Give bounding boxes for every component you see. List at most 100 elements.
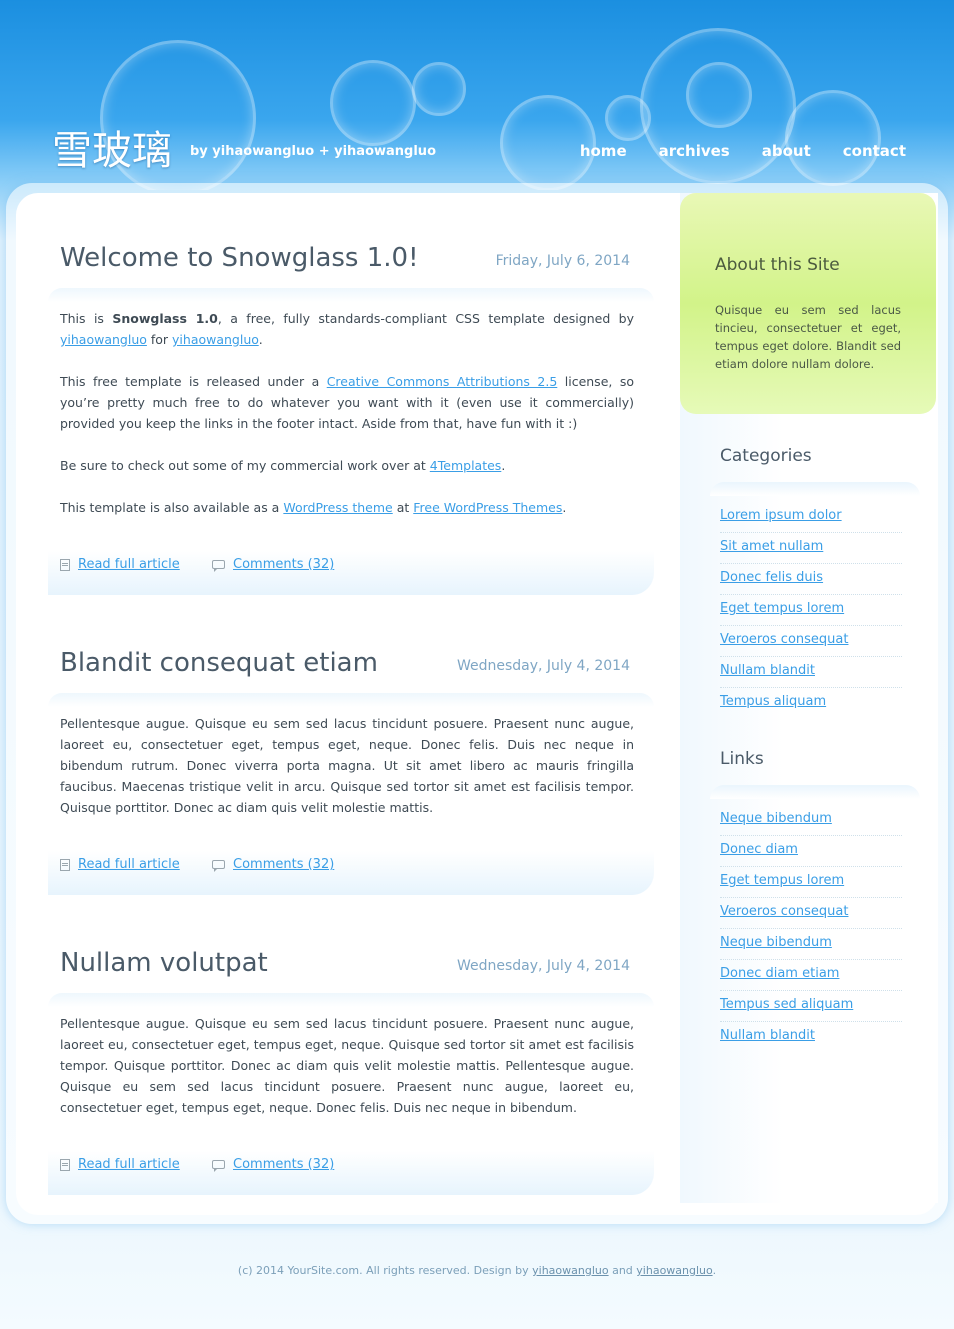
sidebar-link[interactable]: Neque bibendum (720, 811, 832, 826)
post-body: Pellentesque augue. Quisque eu sem sed l… (48, 1007, 654, 1118)
post-title[interactable]: Blandit consequat etiam (60, 648, 378, 678)
main-nav: home archives about contact (580, 142, 906, 160)
read-more-link[interactable]: Read full article (78, 557, 180, 572)
post: Blandit consequat etiam Wednesday, July … (48, 648, 654, 839)
decor-bubble (412, 62, 466, 116)
post-date: Friday, July 6, 2014 (495, 253, 630, 269)
list-item: Donec felis duis (720, 564, 902, 595)
list-item: Neque bibendum (720, 929, 902, 960)
category-link[interactable]: Veroeros consequat (720, 632, 848, 647)
wordpress-theme-link[interactable]: WordPress theme (283, 500, 392, 515)
category-link[interactable]: Nullam blandit (720, 663, 815, 678)
links-list: Neque bibendum Donec diam Eget tempus lo… (720, 805, 902, 1053)
product-name: Snowglass 1.0 (112, 311, 218, 326)
free-wordpress-themes-link[interactable]: Free WordPress Themes (413, 500, 562, 515)
comments: Comments (32) (212, 1157, 334, 1172)
sidebar-link[interactable]: Veroeros consequat (720, 904, 848, 919)
post-footer: Read full article Comments (32) (48, 851, 654, 895)
nav-contact[interactable]: contact (843, 142, 906, 160)
comments-link[interactable]: Comments (32) (233, 1157, 334, 1172)
post-date: Wednesday, July 4, 2014 (456, 958, 630, 974)
category-link[interactable]: Lorem ipsum dolor (720, 508, 842, 523)
list-item: Nullam blandit (720, 657, 902, 688)
about-title: About this Site (715, 255, 840, 275)
post-title[interactable]: Welcome to Snowglass 1.0! (60, 243, 419, 273)
nav-about[interactable]: about (762, 142, 811, 160)
comment-icon (212, 1160, 225, 1172)
read-more-link[interactable]: Read full article (78, 857, 180, 872)
category-link[interactable]: Tempus aliquam (720, 694, 826, 709)
post-paragraph: Be sure to check out some of my commerci… (60, 458, 506, 473)
list-item: Tempus aliquam (720, 688, 902, 719)
license-link[interactable]: Creative Commons Attributions 2.5 (327, 374, 558, 389)
list-item: Lorem ipsum dolor (720, 502, 902, 533)
post-paragraph: Pellentesque augue. Quisque eu sem sed l… (60, 716, 634, 815)
list-item: Neque bibendum (720, 805, 902, 836)
about-text: Quisque eu sem sed lacus tincieu, consec… (715, 303, 901, 371)
post-footer: Read full article Comments (32) (48, 1151, 654, 1195)
links-title: Links (720, 749, 764, 769)
post-paragraph: Pellentesque augue. Quisque eu sem sed l… (60, 1016, 634, 1115)
site-tagline: by yihaowangluo + yihaowangluo (190, 144, 436, 159)
post-header: Welcome to Snowglass 1.0! Friday, July 6… (48, 243, 654, 303)
comment-icon (212, 560, 225, 572)
sidebar-link[interactable]: Nullam blandit (720, 1028, 815, 1043)
footer-text: (c) 2014 YourSite.com. All rights reserv… (237, 1264, 533, 1277)
post-paragraph: This is Snowglass 1.0, a free, fully sta… (60, 311, 634, 347)
post: Welcome to Snowglass 1.0! Friday, July 6… (48, 243, 654, 539)
read-more-link[interactable]: Read full article (78, 1157, 180, 1172)
templates-link[interactable]: 4Templates (430, 458, 502, 473)
document-icon (60, 858, 70, 871)
post-header: Nullam volutpat Wednesday, July 4, 2014 (48, 948, 654, 1008)
comments-link[interactable]: Comments (32) (233, 857, 334, 872)
categories-title: Categories (720, 446, 812, 466)
post-footer: Read full article Comments (32) (48, 551, 654, 595)
category-link[interactable]: Eget tempus lorem (720, 601, 844, 616)
list-item: Nullam blandit (720, 1022, 902, 1053)
list-item: Veroeros consequat (720, 626, 902, 657)
post-paragraph: This free template is released under a C… (60, 374, 634, 431)
read-more: Read full article (60, 857, 180, 872)
category-link[interactable]: Donec felis duis (720, 570, 823, 585)
site-footer: (c) 2014 YourSite.com. All rights reserv… (0, 1264, 954, 1277)
footer-text: and (608, 1264, 637, 1277)
decor-bubble (686, 62, 752, 128)
site-logo[interactable]: 雪玻璃 (52, 118, 172, 176)
decor-bubble (785, 90, 881, 186)
document-icon (60, 1158, 70, 1171)
list-item: Sit amet nullam (720, 533, 902, 564)
post-header: Blandit consequat etiam Wednesday, July … (48, 648, 654, 708)
client-link[interactable]: yihaowangluo (172, 332, 259, 347)
categories-list: Lorem ipsum dolor Sit amet nullam Donec … (720, 502, 902, 719)
post-body: Pellentesque augue. Quisque eu sem sed l… (48, 707, 654, 818)
sidebar-link[interactable]: Donec diam etiam (720, 966, 839, 981)
sidebar-link[interactable]: Tempus sed aliquam (720, 997, 853, 1012)
post-title[interactable]: Nullam volutpat (60, 948, 268, 978)
site-header: 雪玻璃 by yihaowangluo + yihaowangluo home … (0, 0, 954, 190)
comments-link[interactable]: Comments (32) (233, 557, 334, 572)
sidebar-link[interactable]: Neque bibendum (720, 935, 832, 950)
comments: Comments (32) (212, 857, 334, 872)
list-item: Donec diam etiam (720, 960, 902, 991)
comments: Comments (32) (212, 557, 334, 572)
document-icon (60, 558, 70, 571)
post: Nullam volutpat Wednesday, July 4, 2014 … (48, 948, 654, 1139)
footer-designer-link[interactable]: yihaowangluo (636, 1264, 712, 1277)
sidebar-link[interactable]: Donec diam (720, 842, 798, 857)
comment-icon (212, 860, 225, 872)
sidebar-link[interactable]: Eget tempus lorem (720, 873, 844, 888)
post-body: This is Snowglass 1.0, a free, fully sta… (48, 302, 654, 518)
nav-archives[interactable]: archives (659, 142, 730, 160)
list-item: Eget tempus lorem (720, 595, 902, 626)
post-date: Wednesday, July 4, 2014 (456, 658, 630, 674)
footer-designer-link[interactable]: yihaowangluo (532, 1264, 608, 1277)
author-link[interactable]: yihaowangluo (60, 332, 147, 347)
decor-bubble (330, 60, 416, 146)
footer-text: . (712, 1264, 717, 1277)
sidebar-separator (710, 482, 920, 496)
nav-home[interactable]: home (580, 142, 627, 160)
list-item: Donec diam (720, 836, 902, 867)
read-more: Read full article (60, 1157, 180, 1172)
category-link[interactable]: Sit amet nullam (720, 539, 823, 554)
read-more: Read full article (60, 557, 180, 572)
